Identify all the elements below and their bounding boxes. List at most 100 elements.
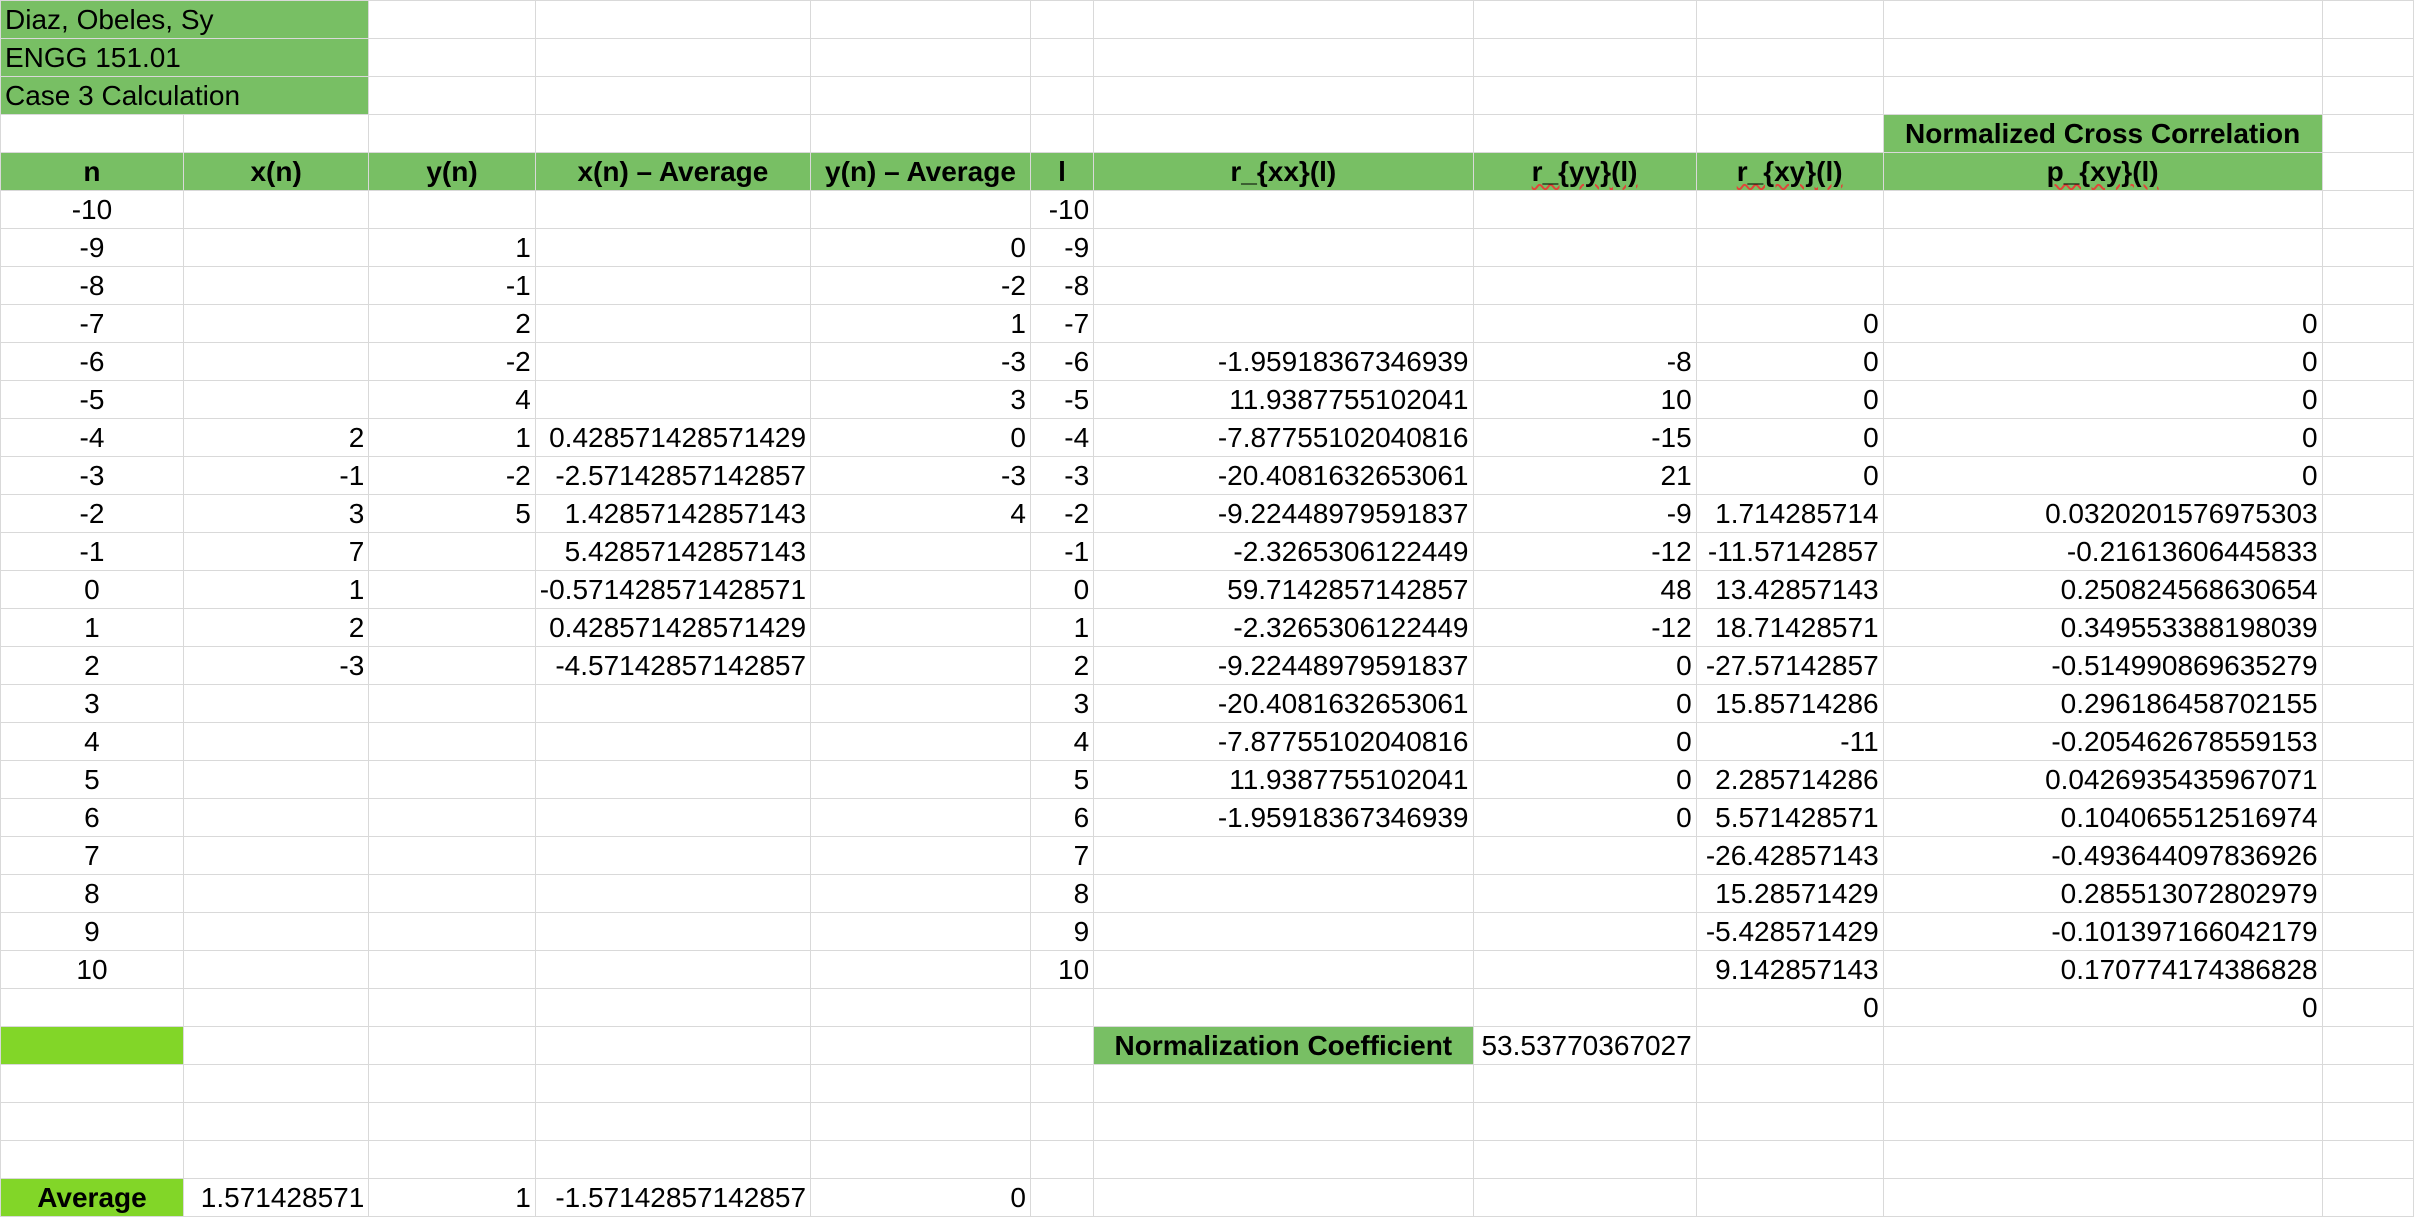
cell-pxy[interactable]: 0.285513072802979 — [1882, 874, 2323, 913]
cell-y-minus-average[interactable] — [810, 190, 1031, 229]
cell-l[interactable] — [1029, 988, 1095, 1027]
cell-rxy[interactable]: -26.42857143 — [1695, 836, 1884, 875]
cell-pxy[interactable]: 0.349553388198039 — [1882, 608, 2323, 647]
cell-empty[interactable] — [2321, 190, 2414, 229]
cell-pxy[interactable]: 0.0426935435967071 — [1882, 760, 2323, 799]
cell-pxy[interactable]: -0.514990869635279 — [1882, 646, 2323, 685]
cell-y-minus-average[interactable] — [810, 532, 1031, 571]
cell-rxy[interactable] — [1695, 266, 1884, 305]
cell-x-minus-average[interactable] — [534, 684, 812, 723]
average-y-minus-average[interactable]: 0 — [810, 1178, 1031, 1217]
cell-n[interactable] — [0, 988, 184, 1027]
cell-l[interactable]: 0 — [1029, 570, 1095, 609]
cell-n[interactable]: 1 — [0, 608, 184, 647]
cell-x-minus-average[interactable]: 0.428571428571429 — [534, 418, 812, 457]
cell-y[interactable] — [368, 684, 536, 723]
cell-x[interactable] — [182, 988, 370, 1027]
normalization-value[interactable]: 53.53770367027 — [1472, 1026, 1697, 1065]
cell-y[interactable]: -1 — [368, 266, 536, 305]
cell-x-minus-average[interactable] — [534, 874, 812, 913]
cell-y[interactable]: 1 — [368, 418, 536, 457]
cell-x[interactable] — [182, 266, 370, 305]
cell-x-minus-average[interactable] — [534, 342, 812, 381]
cell-n[interactable]: 6 — [0, 798, 184, 837]
cell-x[interactable]: 3 — [182, 494, 370, 533]
cell-x[interactable]: -1 — [182, 456, 370, 495]
cell-pxy[interactable]: 0 — [1882, 988, 2323, 1027]
cell-rxx[interactable]: 11.9387755102041 — [1093, 760, 1474, 799]
cell-x-minus-average[interactable] — [534, 190, 812, 229]
cell-a2[interactable]: ENGG 151.01 — [0, 38, 370, 77]
cell-rxy[interactable] — [1695, 190, 1884, 229]
average-label[interactable]: Average — [0, 1178, 184, 1217]
cell-y-minus-average[interactable] — [810, 874, 1031, 913]
cell-y-minus-average[interactable] — [810, 570, 1031, 609]
cell-empty[interactable] — [2321, 874, 2414, 913]
cell-pxy[interactable]: 0 — [1882, 342, 2323, 381]
cell-l[interactable]: -2 — [1029, 494, 1095, 533]
cell-x-minus-average[interactable] — [534, 266, 812, 305]
cell-pxy[interactable] — [1882, 266, 2323, 305]
cell-rxx[interactable] — [1093, 228, 1474, 267]
cell-rxy[interactable]: -11.57142857 — [1695, 532, 1884, 571]
cell-x-minus-average[interactable] — [534, 760, 812, 799]
header-normalized-cross-correlation[interactable]: Normalized Cross Correlation — [1882, 114, 2323, 153]
cell-empty[interactable] — [2321, 228, 2414, 267]
header-x-n[interactable]: x(n) — [182, 152, 370, 191]
cell-x[interactable] — [182, 874, 370, 913]
cell-n[interactable]: -3 — [0, 456, 184, 495]
average-x[interactable]: 1.571428571 — [182, 1178, 370, 1217]
cell-rxy[interactable]: 13.42857143 — [1695, 570, 1884, 609]
cell-ryy[interactable]: 48 — [1472, 570, 1697, 609]
cell-rxx[interactable]: -7.87755102040816 — [1093, 418, 1474, 457]
cell-rxx[interactable]: -2.3265306122449 — [1093, 608, 1474, 647]
cell-y[interactable] — [368, 760, 536, 799]
cell-x[interactable]: 2 — [182, 418, 370, 457]
cell-x[interactable]: 2 — [182, 608, 370, 647]
cell-rxy[interactable]: 0 — [1695, 304, 1884, 343]
cell-l[interactable]: -3 — [1029, 456, 1095, 495]
cell-y-minus-average[interactable]: 0 — [810, 228, 1031, 267]
cell-rxy[interactable]: 0 — [1695, 342, 1884, 381]
cell-y-minus-average[interactable]: 4 — [810, 494, 1031, 533]
cell-l[interactable]: 8 — [1029, 874, 1095, 913]
cell-l[interactable]: 6 — [1029, 798, 1095, 837]
cell-ryy[interactable]: -12 — [1472, 608, 1697, 647]
cell-x[interactable] — [182, 836, 370, 875]
cell-pxy[interactable]: 0.250824568630654 — [1882, 570, 2323, 609]
cell-rxx[interactable]: -1.95918367346939 — [1093, 342, 1474, 381]
cell-n[interactable]: 5 — [0, 760, 184, 799]
cell-y-minus-average[interactable]: -3 — [810, 456, 1031, 495]
cell-x-minus-average[interactable]: 1.42857142857143 — [534, 494, 812, 533]
cell-l[interactable]: 7 — [1029, 836, 1095, 875]
cell-n[interactable]: 0 — [0, 570, 184, 609]
cell-empty[interactable] — [2321, 684, 2414, 723]
cell-empty[interactable] — [2321, 570, 2414, 609]
cell-rxx[interactable] — [1093, 988, 1474, 1027]
cell-pxy[interactable]: 0 — [1882, 304, 2323, 343]
cell-y-minus-average[interactable]: 1 — [810, 304, 1031, 343]
cell-empty[interactable] — [2321, 836, 2414, 875]
cell-l[interactable]: 5 — [1029, 760, 1095, 799]
cell-l[interactable]: -5 — [1029, 380, 1095, 419]
cell-pxy[interactable]: 0.0320201576975303 — [1882, 494, 2323, 533]
cell-rxx[interactable] — [1093, 874, 1474, 913]
cell-x[interactable] — [182, 798, 370, 837]
cell-y-minus-average[interactable] — [810, 798, 1031, 837]
cell-rxy[interactable]: 0 — [1695, 456, 1884, 495]
cell-y[interactable]: 1 — [368, 228, 536, 267]
cell-l[interactable]: 2 — [1029, 646, 1095, 685]
cell-x[interactable] — [182, 912, 370, 951]
cell-rxx[interactable] — [1093, 950, 1474, 989]
cell-ryy[interactable] — [1472, 874, 1697, 913]
cell-a3[interactable]: Case 3 Calculation — [0, 76, 370, 115]
cell-y[interactable] — [368, 912, 536, 951]
cell-rxx[interactable]: 11.9387755102041 — [1093, 380, 1474, 419]
cell-y-minus-average[interactable]: 0 — [810, 418, 1031, 457]
cell-n[interactable]: 4 — [0, 722, 184, 761]
cell-l[interactable]: 9 — [1029, 912, 1095, 951]
cell-x-minus-average[interactable]: -2.57142857142857 — [534, 456, 812, 495]
cell-n[interactable]: 7 — [0, 836, 184, 875]
cell-l[interactable]: -1 — [1029, 532, 1095, 571]
cell-rxy[interactable]: 5.571428571 — [1695, 798, 1884, 837]
